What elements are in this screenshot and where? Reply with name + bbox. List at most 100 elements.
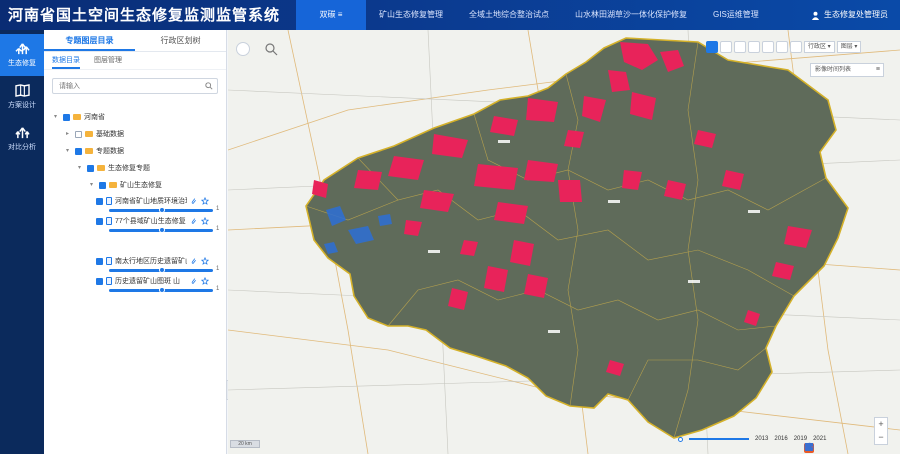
timeline-dot[interactable] xyxy=(678,436,683,442)
map-view[interactable]: 行政区 ▾ 图层 ▾ 影像时间列表 ≡ 20 km 2013 2016 2019… xyxy=(228,30,900,454)
layer-name: 河南省矿山地质环境治理 xyxy=(115,198,187,205)
star-icon[interactable] xyxy=(201,197,209,205)
star-icon[interactable] xyxy=(201,257,209,265)
tree-label: 矿山生态修复 xyxy=(120,182,162,189)
province-satellite-area xyxy=(305,37,849,439)
timeline-year[interactable]: 2021 xyxy=(813,436,826,442)
tab-thematic-catalog[interactable]: 专题图层目录 xyxy=(44,30,135,51)
folder-icon xyxy=(109,182,117,188)
app-header: 河南省国土空间生态修复监测监管系统 双碳 ≡ 矿山生态修复管理 全域土地综合整治… xyxy=(0,0,900,30)
caret-down-icon[interactable]: ▾ xyxy=(66,148,72,154)
map-search-icon[interactable] xyxy=(264,42,278,56)
caret-down-icon[interactable]: ▾ xyxy=(90,182,96,188)
nav-item-land[interactable]: 全域土地综合整治试点 xyxy=(456,0,562,30)
fullscreen-tool-button[interactable] xyxy=(790,41,802,53)
paperclip-icon[interactable] xyxy=(190,197,198,205)
rail-item-ecology[interactable]: 生态修复 xyxy=(0,34,44,76)
checkbox[interactable] xyxy=(96,197,103,205)
slider-handle[interactable] xyxy=(159,227,165,233)
rail-item-design[interactable]: 方案设计 xyxy=(0,76,44,118)
search-box xyxy=(52,78,218,94)
folder-icon xyxy=(85,131,93,137)
caret-down-icon[interactable]: ▾ xyxy=(78,165,84,171)
zoom-in-button[interactable]: + xyxy=(875,418,887,431)
tree-node-thematic[interactable]: ▾ 专题数据 xyxy=(66,144,124,158)
timeline-year[interactable]: 2016 xyxy=(774,436,787,442)
nav-item-landscape[interactable]: 山水林田湖草沙一体化保护修复 xyxy=(562,0,700,30)
layer-name: 南太行地区历史遗留矿山 xyxy=(115,258,187,265)
zoom-in-tool-button[interactable] xyxy=(720,41,732,53)
checkbox[interactable] xyxy=(99,181,106,189)
layer-item[interactable]: 77个县域矿山生态修复 xyxy=(96,214,209,228)
checkbox[interactable] xyxy=(63,113,70,121)
zoom-out-button[interactable]: − xyxy=(875,431,887,444)
layer-item[interactable]: 南太行地区历史遗留矿山 xyxy=(96,254,209,268)
caret-right-icon[interactable]: ▸ xyxy=(66,131,72,137)
nav-item-carbon[interactable]: 双碳 ≡ xyxy=(296,0,366,30)
checkbox[interactable] xyxy=(96,277,103,285)
nav-item-gis[interactable]: GIS运维管理 xyxy=(700,0,772,30)
paperclip-icon[interactable] xyxy=(190,257,198,265)
timeline-year[interactable]: 2013 xyxy=(755,436,768,442)
tree-label: 河南省 xyxy=(84,114,105,121)
paperclip-icon[interactable] xyxy=(190,217,198,225)
checkbox[interactable] xyxy=(96,217,103,225)
tree-node-mine[interactable]: ▾ 矿山生态修复 xyxy=(90,178,162,192)
slider-value: 1 xyxy=(216,206,220,212)
layer-file-icon xyxy=(106,277,112,285)
slider-handle[interactable] xyxy=(159,207,165,213)
user-menu[interactable]: 生态修复处管理员 xyxy=(811,0,888,30)
layer-item[interactable]: 河南省矿山地质环境治理 xyxy=(96,194,209,208)
clear-tool-button[interactable] xyxy=(776,41,788,53)
tab-admin-tree[interactable]: 行政区划树 xyxy=(135,30,226,51)
rail-label: 生态修复 xyxy=(8,60,36,67)
slider-handle[interactable] xyxy=(159,267,165,273)
search-input[interactable] xyxy=(53,79,203,93)
tree-node-eco[interactable]: ▾ 生态修复专题 xyxy=(78,161,150,175)
measure-tool-button[interactable] xyxy=(748,41,760,53)
slider-value: 1 xyxy=(216,266,220,272)
tray-icons: S xyxy=(804,442,814,454)
checkbox[interactable] xyxy=(96,257,103,265)
locate-button[interactable] xyxy=(236,42,250,56)
tree-label: 专题数据 xyxy=(96,148,124,155)
star-icon[interactable] xyxy=(201,217,209,225)
timeline-bar[interactable] xyxy=(689,438,749,440)
layer-select[interactable]: 图层 ▾ xyxy=(836,41,862,53)
subtab-layer-manage[interactable]: 图层管理 xyxy=(94,52,122,69)
slider-handle[interactable] xyxy=(159,287,165,293)
folder-icon xyxy=(97,165,105,171)
subtab-data-catalog[interactable]: 数据目录 xyxy=(52,52,80,69)
tree-node-root[interactable]: ▾ 河南省 xyxy=(54,110,105,124)
map-toolbar: 行政区 ▾ 图层 ▾ xyxy=(706,40,862,54)
scale-bar: 20 km xyxy=(230,440,260,448)
checkbox[interactable] xyxy=(87,164,94,172)
hand-tool-button[interactable] xyxy=(706,41,718,53)
layer-item[interactable]: 历史遗留矿山图斑 山 xyxy=(96,274,209,288)
checkbox[interactable] xyxy=(75,147,82,155)
rail-item-analysis[interactable]: 对比分析 xyxy=(0,118,44,160)
layer-panel: 专题图层目录 行政区划树 数据目录 图层管理 ▾ 河南省 ▸ 基础数据 ▾ 专题… xyxy=(44,30,227,454)
admin-select[interactable]: 行政区 ▾ xyxy=(804,41,835,53)
panel-tabs: 专题图层目录 行政区划树 xyxy=(44,30,226,52)
folder-icon xyxy=(73,114,81,120)
star-icon[interactable] xyxy=(201,277,209,285)
panel-subtabs: 数据目录 图层管理 xyxy=(44,52,226,70)
search-icon[interactable] xyxy=(205,82,213,90)
user-icon xyxy=(811,11,820,20)
slider-value: 1 xyxy=(216,286,220,292)
map-canvas xyxy=(228,30,900,454)
caret-down-icon[interactable]: ▾ xyxy=(54,114,60,120)
paperclip-icon[interactable] xyxy=(190,277,198,285)
grid-icon[interactable] xyxy=(804,442,814,452)
zoom-control: + − xyxy=(874,417,888,445)
analysis-icon xyxy=(14,127,30,139)
tree-node-base[interactable]: ▸ 基础数据 xyxy=(66,127,124,141)
menu-icon[interactable]: ≡ xyxy=(876,66,880,74)
area-tool-button[interactable] xyxy=(762,41,774,53)
nav-item-mine[interactable]: 矿山生态修复管理 xyxy=(366,0,456,30)
zoom-out-tool-button[interactable] xyxy=(734,41,746,53)
imagery-time-list[interactable]: 影像时间列表 ≡ xyxy=(810,63,884,77)
ecology-icon xyxy=(14,43,30,55)
checkbox[interactable] xyxy=(75,130,82,138)
